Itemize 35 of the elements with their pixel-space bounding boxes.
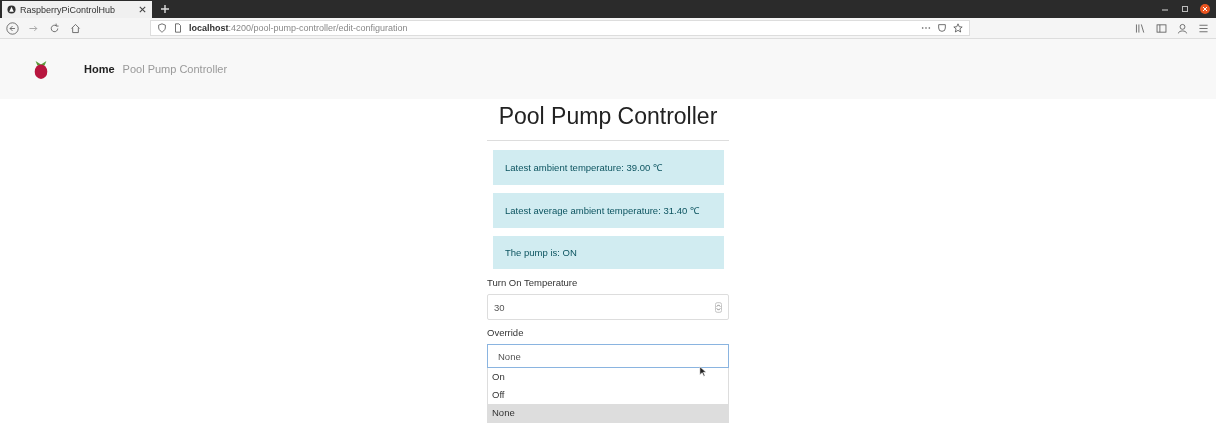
page-icon	[173, 23, 183, 33]
info-alert: The pump is: ON	[493, 236, 724, 269]
cursor-icon	[699, 366, 707, 377]
tab-title: RaspberryPiControlHub	[20, 4, 117, 15]
pocket-icon[interactable]	[937, 23, 947, 33]
url-text: localhost:4200/pool-pump-controller/edit-configuration	[189, 23, 408, 33]
nav-link[interactable]: Home	[84, 63, 115, 75]
close-icon[interactable]	[138, 5, 147, 14]
shield-icon	[157, 23, 167, 33]
dropdown-option[interactable]: Off	[488, 386, 728, 404]
info-alert: Latest average ambient temperature: 31.40 ℃	[493, 193, 724, 228]
new-tab-icon[interactable]	[160, 4, 170, 14]
field-label: Override	[487, 327, 525, 338]
address-bar[interactable]: localhost:4200/pool-pump-controller/edit-configuration	[150, 20, 970, 36]
browser-tab[interactable]: RaspberryPiControlHub	[2, 1, 152, 18]
library-icon[interactable]	[1134, 21, 1147, 35]
restore-icon[interactable]	[1180, 4, 1190, 14]
override-select[interactable]: None	[487, 344, 729, 368]
spinner-icon[interactable]	[715, 301, 722, 313]
account-icon[interactable]	[1176, 21, 1189, 35]
info-alert: Latest ambient temperature: 39.00 ℃	[493, 150, 724, 185]
number-input[interactable]: 30	[487, 294, 729, 320]
field-label: Turn On Temperature	[487, 277, 579, 288]
reload-icon[interactable]	[48, 21, 61, 35]
site-icon	[7, 5, 16, 14]
page-title: Pool Pump Controller	[497, 103, 719, 130]
close-icon[interactable]	[1200, 4, 1210, 14]
dropdown-option[interactable]: On	[488, 368, 728, 386]
home-icon[interactable]	[69, 21, 82, 35]
raspberry-logo-icon	[32, 58, 50, 80]
sidebar-icon[interactable]	[1155, 21, 1168, 35]
star-icon[interactable]	[953, 23, 963, 33]
back-icon[interactable]	[6, 21, 19, 35]
input-value: 30	[494, 301, 505, 313]
dropdown-option[interactable]: None	[488, 404, 728, 422]
